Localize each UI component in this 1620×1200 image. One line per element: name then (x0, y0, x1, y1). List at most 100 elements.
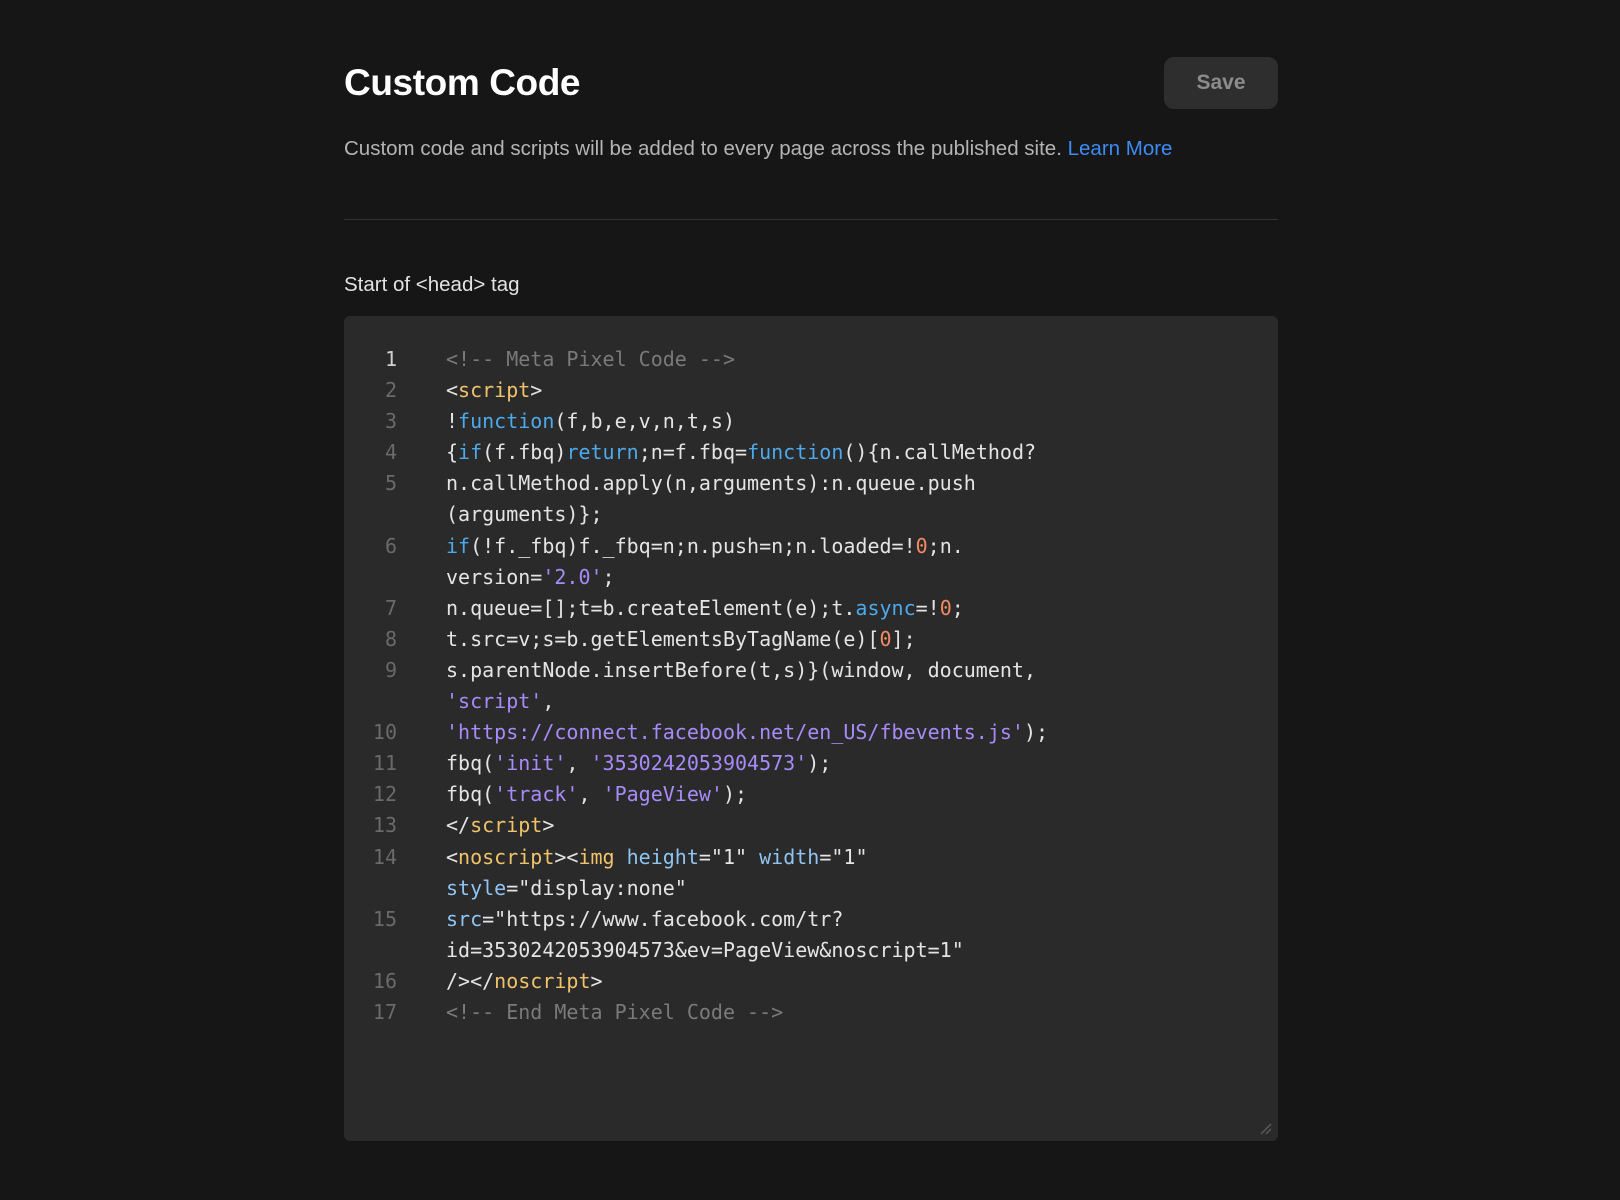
code-lines: 1 <!-- Meta Pixel Code --> 2 <script> 3 !func… (344, 344, 1278, 1028)
line-number: 12 (372, 782, 397, 807)
code-token: (){n.callMethod? (843, 440, 1037, 465)
page-description: Custom code and scripts will be added to… (344, 137, 1172, 161)
code-line[interactable]: 10 'https://connect.facebook.net/en_US/fb… (344, 717, 1278, 748)
line-code: t.src=v;s=b.getElementsByTagName(e)[0]; (446, 624, 1106, 655)
line-number: 13 (372, 813, 397, 838)
line-number: 14 (372, 844, 397, 869)
line-number: 2 (384, 378, 397, 403)
code-token: n.queue=[];t=b.createElement(e);t. (446, 595, 856, 620)
code-line[interactable]: 7 n.queue=[];t=b.createElement(e);t.async… (344, 593, 1278, 624)
code-token: ); (722, 782, 748, 807)
page-title: Custom Code (344, 62, 581, 103)
code-token: , (566, 751, 591, 776)
code-token: ="1" (698, 844, 760, 869)
code-token: s.parentNode.insertBefore(t,s)}(window, … (446, 657, 1037, 682)
code-token: script (458, 378, 531, 403)
code-token: src (446, 906, 483, 931)
description-text: Custom code and scripts will be added to… (344, 137, 1068, 160)
code-token: { (446, 440, 459, 465)
line-code: fbq('track', 'PageView'); (446, 779, 1106, 810)
line-code: n.queue=[];t=b.createElement(e);t.async=… (446, 593, 1106, 624)
code-token: (f,b,e,v,n,t,s) (554, 409, 735, 434)
code-token: <!-- Meta Pixel Code --> (446, 347, 735, 371)
line-number: 16 (372, 968, 397, 993)
learn-more-link[interactable]: Learn More (1068, 137, 1173, 160)
code-line[interactable]: 11 fbq('init', '3530242053904573'); (344, 748, 1278, 779)
code-token: noscript (458, 844, 555, 869)
line-number: 17 (372, 999, 397, 1024)
code-token: ; (602, 564, 615, 589)
line-number: 15 (372, 906, 397, 931)
code-line[interactable]: 12 fbq('track', 'PageView'); (344, 779, 1278, 810)
code-line[interactable]: 6 if(!f._fbq)f._fbq=n;n.push=n;n.loaded=!… (344, 531, 1278, 593)
code-token: function (747, 440, 844, 465)
code-token: ;n=f.fbq= (638, 440, 748, 465)
code-token: >< (554, 844, 579, 869)
code-token: (f.fbq) (482, 440, 567, 465)
header: Custom Code Save Custom code and scripts… (344, 0, 1278, 165)
code-line[interactable]: 8 t.src=v;s=b.getElementsByTagName(e)[0]; (344, 624, 1278, 655)
code-token: ]; (891, 626, 916, 651)
head-tag-label: Start of <head> tag (344, 273, 520, 296)
line-number: 11 (372, 751, 397, 776)
code-line[interactable]: 5 n.callMethod.apply(n,arguments):n.queue… (344, 468, 1278, 530)
line-number: 8 (384, 626, 397, 651)
code-token: > (590, 968, 603, 993)
code-token: ="1" (819, 844, 868, 869)
code-token: 'https://connect.facebook.net/en_US/fbev… (446, 720, 1024, 745)
code-token: ! (446, 409, 459, 434)
code-token: img (578, 844, 615, 869)
line-code: 'https://connect.facebook.net/en_US/fbev… (446, 717, 1106, 748)
code-token: 0 (915, 533, 928, 558)
code-token: > (542, 813, 555, 838)
line-code: fbq('init', '3530242053904573'); (446, 748, 1106, 779)
code-token: 'track' (494, 782, 579, 807)
divider (344, 219, 1278, 220)
code-line[interactable]: 1 <!-- Meta Pixel Code --> (344, 344, 1278, 375)
code-token: return (566, 440, 639, 465)
code-line[interactable]: 9 s.parentNode.insertBefore(t,s)}(window,… (344, 655, 1278, 717)
head-code-editor[interactable]: 1 <!-- Meta Pixel Code --> 2 <script> 3 !func… (344, 316, 1278, 1141)
line-number: 10 (372, 720, 397, 745)
code-token: /></ (446, 968, 495, 993)
code-line[interactable]: 16 /></noscript> (344, 966, 1278, 997)
line-number: 6 (384, 533, 397, 558)
line-code: </script> (446, 810, 1106, 841)
code-token: > (530, 378, 543, 403)
code-line[interactable]: 2 <script> (344, 375, 1278, 406)
code-token: '2.0' (542, 564, 603, 589)
line-code: {if(f.fbq)return;n=f.fbq=function(){n.ca… (446, 437, 1106, 468)
line-number: 4 (384, 440, 397, 465)
line-code: src="https://www.facebook.com/tr? id=353… (446, 904, 1106, 966)
resize-handle-icon[interactable] (1258, 1121, 1272, 1135)
save-button[interactable]: Save (1164, 57, 1278, 109)
line-number: 1 (384, 347, 397, 371)
code-token: <!-- End Meta Pixel Code --> (446, 999, 784, 1024)
code-token: ); (807, 751, 832, 776)
line-code: <!-- Meta Pixel Code --> (446, 344, 1106, 375)
line-number: 3 (384, 409, 397, 434)
code-token: n.callMethod.apply(n,arguments):n.queue.… (446, 471, 976, 527)
line-code: /></noscript> (446, 966, 1106, 997)
code-line[interactable]: 3 !function(f,b,e,v,n,t,s) (344, 406, 1278, 437)
code-token: 'PageView' (602, 782, 723, 807)
code-line[interactable]: 14 <noscript><img height="1" width="1" st… (344, 842, 1278, 904)
code-token: =! (915, 595, 940, 620)
code-token: 'script' (446, 689, 543, 714)
code-token: if (458, 440, 483, 465)
line-number: 7 (384, 595, 397, 620)
code-line[interactable]: 13 </script> (344, 810, 1278, 841)
code-token: 0 (939, 595, 952, 620)
code-token: ="display:none" (506, 875, 687, 900)
code-line[interactable]: 17 <!-- End Meta Pixel Code --> (344, 997, 1278, 1028)
code-token: width (759, 844, 820, 869)
code-line[interactable]: 4 {if(f.fbq)return;n=f.fbq=function(){n.c… (344, 437, 1278, 468)
code-token: t.src=v;s=b.getElementsByTagName(e)[ (446, 626, 880, 651)
code-line[interactable]: 15 src="https://www.facebook.com/tr? id=3… (344, 904, 1278, 966)
code-token: fbq( (446, 751, 495, 776)
custom-code-panel: Custom Code Save Custom code and scripts… (344, 0, 1278, 1141)
line-code: <script> (446, 375, 1106, 406)
line-code: <noscript><img height="1" width="1" styl… (446, 842, 1106, 904)
code-token: , (578, 782, 603, 807)
